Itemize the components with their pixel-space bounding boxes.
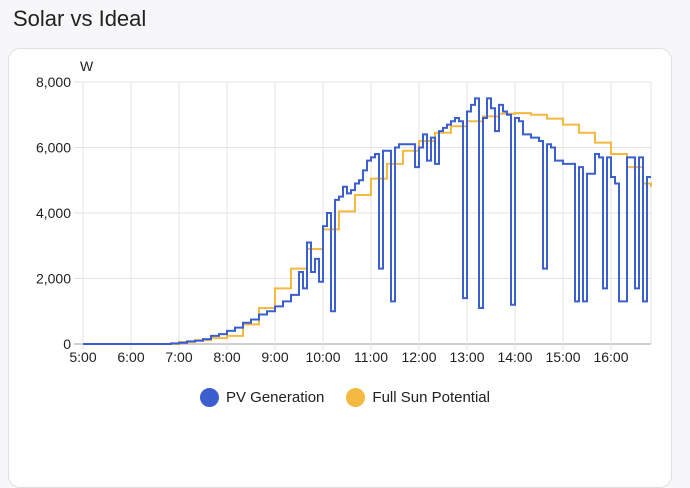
legend-label-full-sun-potential: Full Sun Potential [372,389,490,406]
x-tick-label: 9:00 [261,349,288,365]
x-tick-label: 16:00 [593,349,628,365]
series-lines [83,97,652,345]
legend-label-pv-generation: PV Generation [226,389,325,406]
y-tick-label: 6,000 [36,140,71,156]
y-tick-label: 2,000 [36,271,71,287]
legend-swatch-pv-generation [200,388,219,407]
axis-ticks: 02,0004,0006,0008,0005:00 6:00 7:00 8:00 9:0… [36,74,629,365]
legend-item-pv-generation[interactable]: PV Generation [200,388,324,407]
chart-legend: PV Generation Full Sun Potential [0,388,690,407]
x-tick-label: 6:00 [117,349,144,365]
x-tick-label: 13:00 [449,349,484,365]
x-tick-label: 7:00 [165,349,192,365]
y-axis-label: W [80,58,94,74]
series-line-pv-generation [83,97,651,345]
x-tick-label: 8:00 [213,349,240,365]
legend-item-full-sun-potential[interactable]: Full Sun Potential [346,388,490,407]
x-tick-label: 5:00 [69,349,96,365]
y-tick-label: 4,000 [36,205,71,221]
x-tick-label: 15:00 [545,349,580,365]
x-tick-label: 14:00 [497,349,532,365]
legend-swatch-full-sun-potential [346,388,366,407]
x-tick-label: 11:00 [354,349,388,365]
grid-lines [74,81,652,350]
x-tick-label: 12:00 [401,349,436,365]
x-tick-label: 10:00 [305,349,340,365]
y-tick-label: 8,000 [36,74,71,90]
